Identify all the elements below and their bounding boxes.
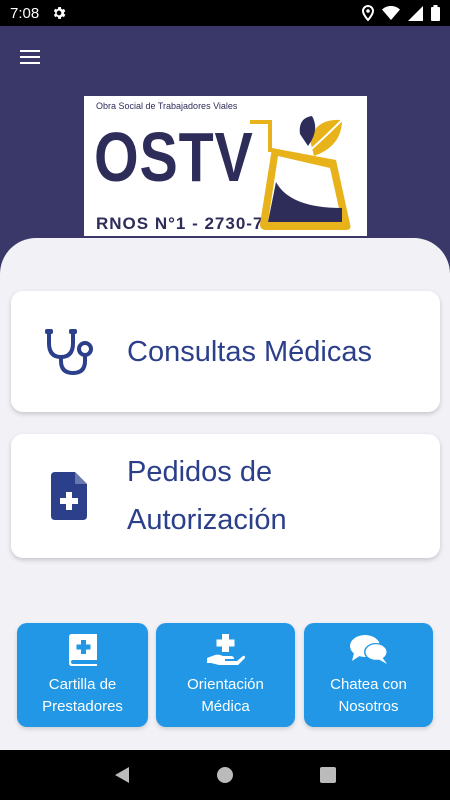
status-bar: 7:08 [0,0,450,26]
chatea-line2: Nosotros [338,698,399,715]
orientacion-line2: Médica [201,698,250,715]
orientacion-line1: Orientación [187,676,264,693]
pedidos-autorizacion-label: Pedidos de Autorización [127,448,287,544]
wifi-icon [382,6,400,20]
medical-book-icon [68,634,97,666]
location-icon [362,5,374,21]
chatea-line1: Chatea con [330,676,407,693]
cartilla-line1: Cartilla de [48,676,117,693]
signal-icon [408,5,423,21]
orientacion-medica-label: Orientación Médica [187,674,264,718]
pedidos-autorizacion-card[interactable]: Pedidos de Autorización [11,434,440,558]
home-icon[interactable] [210,760,240,790]
back-icon[interactable] [107,760,137,790]
stethoscope-icon [11,327,127,377]
ostv-logo: Obra Social de Trabajadores Viales OSTV … [84,96,367,236]
hand-medical-icon [206,634,245,666]
status-icons [362,5,440,21]
logo-subtitle: Obra Social de Trabajadores Viales [96,101,238,111]
cartilla-prestadores-button[interactable]: Cartilla de Prestadores [17,623,148,727]
pedidos-label-line1: Pedidos de [127,456,273,488]
logo-name: OSTV [94,118,254,196]
orientacion-medica-button[interactable]: Orientación Médica [156,623,295,727]
settings-icon [54,7,66,19]
chatea-nosotros-button[interactable]: Chatea con Nosotros [304,623,433,727]
chat-bubbles-icon [349,634,388,666]
cartilla-line2: Prestadores [42,698,123,715]
consultas-medicas-card[interactable]: Consultas Médicas [11,291,440,412]
content-panel: Consultas Médicas Pedidos de Autorizació… [0,238,450,750]
cartilla-prestadores-label: Cartilla de Prestadores [42,674,123,718]
logo-registration: RNOS N°1 - 2730-7 [96,214,264,233]
recents-icon[interactable] [313,760,343,790]
chatea-nosotros-label: Chatea con Nosotros [330,674,407,718]
android-nav-bar [0,750,450,800]
battery-icon [431,5,440,21]
consultas-medicas-label: Consultas Médicas [127,335,372,368]
hamburger-menu-icon[interactable] [16,44,46,70]
logo-emblem-icon [250,116,351,230]
pedidos-label-line2: Autorización [127,504,287,536]
medical-document-icon [11,472,127,520]
status-time: 7:08 [10,4,40,22]
